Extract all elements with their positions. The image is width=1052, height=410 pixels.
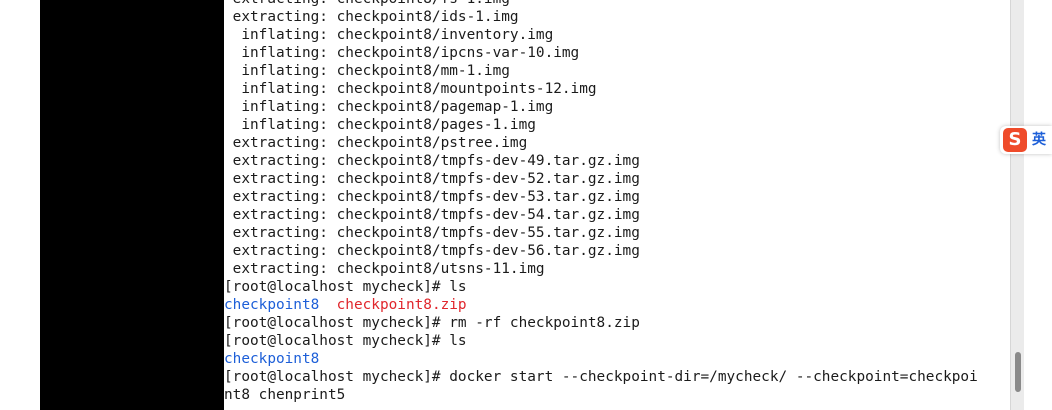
terminal-output: extracting: checkpoint8/fs-1.img extract… bbox=[224, 0, 978, 404]
terminal-line: extracting: checkpoint8/tmpfs-dev-52.tar… bbox=[224, 171, 640, 187]
right-strip bbox=[1024, 0, 1052, 410]
terminal-line: extracting: checkpoint8/tmpfs-dev-55.tar… bbox=[224, 225, 640, 241]
terminal-line: extracting: checkpoint8/tmpfs-dev-56.tar… bbox=[224, 243, 640, 259]
terminal-line: checkpoint8 bbox=[224, 350, 978, 368]
terminal-window[interactable]: extracting: checkpoint8/fs-1.img extract… bbox=[224, 0, 1010, 410]
ime-language-toggle[interactable]: 英 bbox=[1032, 129, 1046, 151]
terminal-line: extracting: checkpoint8/utsns-11.img bbox=[224, 261, 545, 277]
side-panel bbox=[40, 0, 224, 410]
archive-entry: checkpoint8.zip bbox=[336, 297, 467, 313]
terminal-line: inflating: checkpoint8/ipcns-var-10.img bbox=[224, 45, 580, 61]
left-gutter bbox=[0, 0, 40, 410]
scrollbar-thumb[interactable] bbox=[1015, 352, 1021, 392]
directory-entry: checkpoint8 bbox=[224, 351, 320, 367]
terminal-line: [root@localhost mycheck]# rm -rf checkpo… bbox=[224, 315, 640, 331]
sogou-ime-icon[interactable]: S bbox=[1003, 128, 1027, 152]
terminal-line: extracting: checkpoint8/pstree.img bbox=[224, 135, 528, 151]
terminal-line: extracting: checkpoint8/tmpfs-dev-54.tar… bbox=[224, 207, 640, 223]
terminal-line: extracting: checkpoint8/tmpfs-dev-53.tar… bbox=[224, 189, 640, 205]
directory-entry: checkpoint8 bbox=[224, 297, 320, 313]
ime-toolbar[interactable]: S 英 bbox=[1000, 126, 1052, 154]
terminal-line: inflating: checkpoint8/mountpoints-12.im… bbox=[224, 81, 597, 97]
terminal-line: inflating: checkpoint8/inventory.img bbox=[224, 27, 554, 43]
terminal-scrollbar[interactable] bbox=[1010, 0, 1024, 410]
terminal-line: inflating: checkpoint8/pages-1.img bbox=[224, 117, 536, 133]
terminal-line: extracting: checkpoint8/tmpfs-dev-49.tar… bbox=[224, 153, 640, 169]
terminal-line: [root@localhost mycheck]# docker start -… bbox=[224, 369, 978, 385]
terminal-line: extracting: checkpoint8/fs-1.img bbox=[224, 0, 978, 8]
terminal-line: inflating: checkpoint8/pagemap-1.img bbox=[224, 99, 554, 115]
terminal-line: inflating: checkpoint8/mm-1.img bbox=[224, 63, 510, 79]
terminal-line: extracting: checkpoint8/ids-1.img bbox=[224, 9, 519, 25]
terminal-line: [root@localhost mycheck]# ls bbox=[224, 333, 467, 349]
terminal-line: nt8 chenprint5 bbox=[224, 387, 346, 403]
terminal-line: [root@localhost mycheck]# ls bbox=[224, 279, 467, 295]
terminal-line: checkpoint8 checkpoint8.zip bbox=[224, 296, 978, 314]
